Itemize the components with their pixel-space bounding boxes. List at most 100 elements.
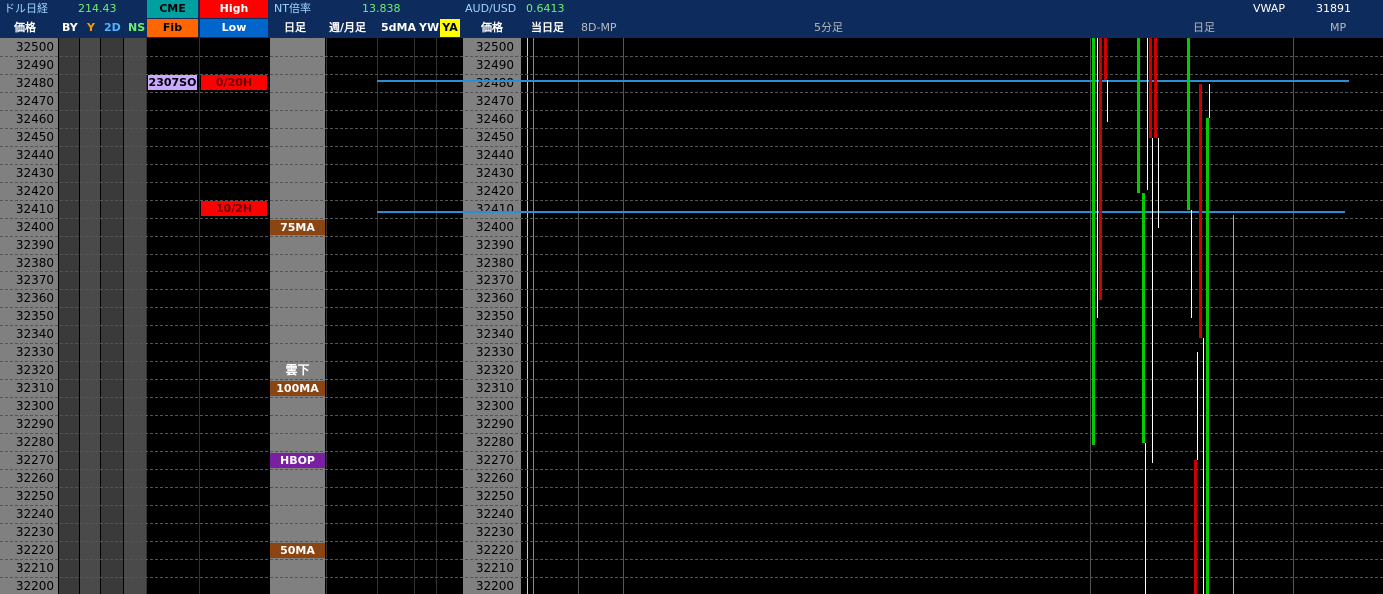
mp-header: MP [1330, 21, 1347, 34]
price-label-mid: 32270 [475, 453, 514, 467]
price-label-left: 32500 [15, 40, 54, 54]
by-header: BY [62, 21, 78, 34]
candle-wick [1233, 215, 1234, 594]
price-label-left: 32270 [15, 453, 54, 467]
price-label-left: 32470 [15, 94, 54, 108]
price-label-left: 32290 [15, 417, 54, 431]
ns-column [124, 38, 146, 594]
grid-line [0, 164, 1383, 165]
level-line-high [377, 80, 1349, 82]
50ma-marker: 50MA [270, 543, 325, 558]
price-label-mid: 32470 [475, 94, 514, 108]
high-1020h-marker: 10/2H [201, 201, 267, 216]
ya-header[interactable]: YA [440, 19, 460, 37]
candle-wick [1191, 210, 1192, 318]
vwap-label: VWAP [1253, 2, 1285, 15]
price-label-left: 32380 [15, 256, 54, 270]
vwap-value: 31891 [1316, 2, 1351, 15]
divider [533, 38, 534, 594]
divider [1293, 38, 1294, 594]
price-label-left: 32390 [15, 238, 54, 252]
price-label-mid: 32350 [475, 309, 514, 323]
y-header: Y [87, 21, 95, 34]
5dma-header: 5dMA [381, 21, 416, 34]
divider [146, 38, 147, 594]
grid-line [0, 128, 1383, 129]
grid-line [0, 559, 1383, 560]
price-label-left: 32440 [15, 148, 54, 162]
price-label-mid: 32450 [475, 130, 514, 144]
today-daily-header: 当日足 [531, 21, 564, 34]
price-label-mid: 32250 [475, 489, 514, 503]
price-label-left: 32430 [15, 166, 54, 180]
price-label-mid: 32340 [475, 327, 514, 341]
price-header-mid: 価格 [481, 21, 503, 34]
grid-line [0, 307, 1383, 308]
high-header[interactable]: High [200, 0, 268, 18]
grid-line [0, 523, 1383, 524]
audusd-value: 0.6413 [526, 2, 565, 15]
high-marker: 0/20H [201, 75, 267, 90]
candle-red [1194, 460, 1197, 594]
price-label-mid: 32440 [475, 148, 514, 162]
fib-header[interactable]: Fib [147, 19, 198, 37]
cme-header[interactable]: CME [147, 0, 198, 18]
cloud-below-marker: 雲下 [285, 363, 310, 377]
grid-line [0, 110, 1383, 111]
price-label-mid: 32500 [475, 40, 514, 54]
candle-red [1199, 84, 1202, 338]
candle-wick [1107, 80, 1108, 122]
8d-mp-header: 8D-MP [581, 21, 617, 34]
grid-line [0, 415, 1383, 416]
price-header-left: 価格 [14, 21, 36, 34]
divider [1090, 38, 1091, 594]
price-label-mid: 32310 [475, 381, 514, 395]
price-label-mid: 32360 [475, 291, 514, 305]
grid-line [0, 254, 1383, 255]
candle-wick [1203, 338, 1204, 594]
yw-header: YW [419, 21, 440, 34]
grid-line [0, 541, 1383, 542]
price-label-left: 32250 [15, 489, 54, 503]
low-header[interactable]: Low [200, 19, 268, 37]
grid-line [0, 236, 1383, 237]
daily-header: 日足 [284, 21, 306, 34]
price-label-left: 32370 [15, 273, 54, 287]
grid-line [0, 577, 1383, 578]
price-label-mid: 32300 [475, 399, 514, 413]
price-label-left: 32450 [15, 130, 54, 144]
2d-column [101, 38, 123, 594]
candle-green [1142, 193, 1145, 443]
5min-header: 5分足 [814, 21, 843, 34]
price-label-mid: 32330 [475, 345, 514, 359]
price-label-mid: 32400 [475, 220, 514, 234]
candle-red [1099, 38, 1102, 300]
divider [623, 38, 624, 594]
grid-line [0, 218, 1383, 219]
hbop-marker: HBOP [270, 453, 325, 468]
price-label-mid: 32390 [475, 238, 514, 252]
price-label-mid: 32240 [475, 507, 514, 521]
price-label-left: 32300 [15, 399, 54, 413]
grid-line [0, 182, 1383, 183]
candle-wick [1197, 352, 1198, 460]
candle-green [1206, 118, 1209, 594]
75ma-marker: 75MA [270, 220, 325, 235]
divider [578, 38, 579, 594]
price-label-left: 32330 [15, 345, 54, 359]
y-column [80, 38, 100, 594]
price-label-mid: 32320 [475, 363, 514, 377]
price-label-mid: 32370 [475, 273, 514, 287]
price-label-left: 32220 [15, 543, 54, 557]
price-label-left: 32260 [15, 471, 54, 485]
price-label-mid: 32420 [475, 184, 514, 198]
price-label-mid: 32200 [475, 579, 514, 593]
grid-line [0, 343, 1383, 344]
price-label-left: 32240 [15, 507, 54, 521]
price-label-mid: 32220 [475, 543, 514, 557]
grid-line [0, 505, 1383, 506]
price-label-left: 32310 [15, 381, 54, 395]
candle-red [1154, 38, 1157, 138]
nt-ratio-value: 13.838 [362, 2, 401, 15]
divider [377, 38, 378, 594]
